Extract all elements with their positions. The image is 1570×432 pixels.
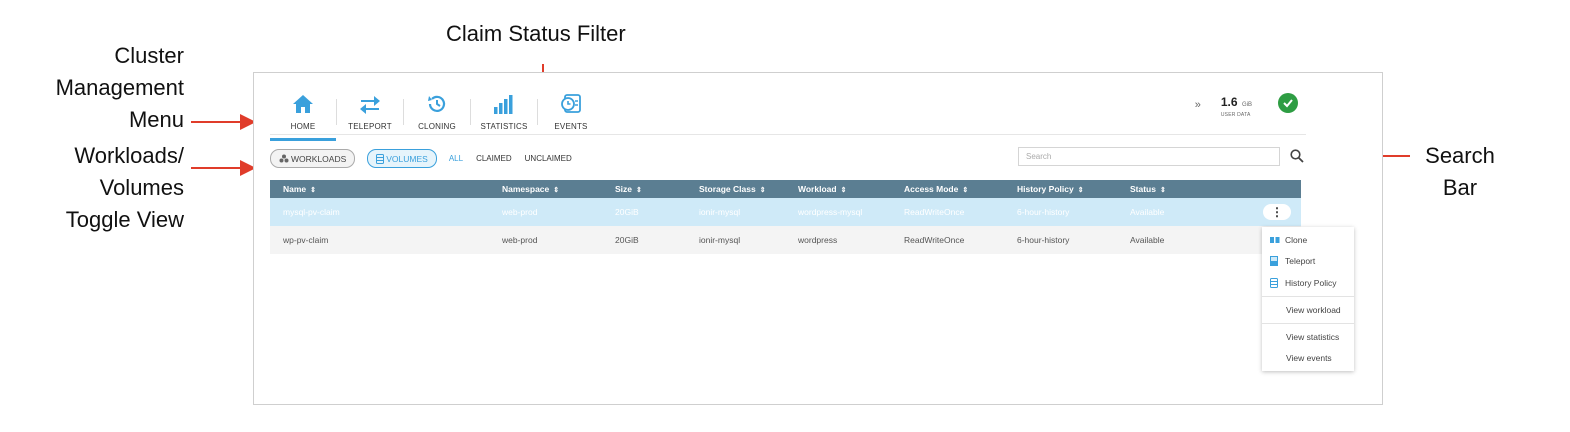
menu-item-history-policy[interactable]: History Policy xyxy=(1270,278,1336,288)
cell-name: wp-pv-claim xyxy=(283,235,329,245)
volumes-toggle-button[interactable]: VOLUMES xyxy=(367,149,437,168)
nav-item-teleport[interactable]: TELEPORT xyxy=(337,87,403,137)
volumes-icon xyxy=(376,153,385,164)
cell-storage-class: ionir-mysql xyxy=(699,207,741,217)
col-name[interactable]: Name ⇕ xyxy=(283,184,316,194)
col-status[interactable]: Status ⇕ xyxy=(1130,184,1166,194)
nav-label: STATISTICS xyxy=(480,122,528,131)
menu-label: History Policy xyxy=(1285,278,1337,288)
nav-item-cloning[interactable]: CLONING xyxy=(404,87,470,137)
col-namespace[interactable]: Namespace ⇕ xyxy=(502,184,559,194)
menu-divider xyxy=(1262,296,1354,297)
menu-label: Clone xyxy=(1285,235,1308,245)
search-input[interactable]: Search xyxy=(1018,147,1280,166)
menu-label: Teleport xyxy=(1285,256,1316,266)
filter-claimed[interactable]: CLAIMED xyxy=(476,154,512,163)
cell-namespace: web-prod xyxy=(502,235,538,245)
volumes-table: Name ⇕ Namespace ⇕ Size ⇕ Storage Class ⇕ Wo… xyxy=(270,180,1301,254)
nav-item-statistics[interactable]: STATISTICS xyxy=(471,87,537,137)
nav-label: HOME xyxy=(290,122,316,131)
col-size[interactable]: Size ⇕ xyxy=(615,184,642,194)
nav-item-events[interactable]: EVENTS xyxy=(538,87,604,137)
table-row[interactable]: mysql-pv-claim web-prod 20GiB ionir-mysq… xyxy=(270,198,1301,226)
usage-unit: GiB xyxy=(1241,102,1252,108)
nav-item-home[interactable]: HOME xyxy=(270,87,336,141)
cluster-management-menu: HOME TELEPORT CLONING STATISTICS EVENTS xyxy=(270,87,604,141)
cell-workload: wordpress xyxy=(798,235,838,245)
nav-label: TELEPORT xyxy=(348,122,392,131)
home-icon xyxy=(292,91,314,117)
usage-value: 1.6 xyxy=(1220,95,1238,109)
nav-label: EVENTS xyxy=(554,122,588,131)
chevron-double-down-icon[interactable]: » xyxy=(1195,99,1201,111)
cloning-clock-icon xyxy=(426,91,448,117)
history-policy-icon xyxy=(1270,278,1280,288)
menu-divider xyxy=(1262,323,1354,324)
col-history-policy[interactable]: History Policy ⇕ xyxy=(1017,184,1084,194)
cell-storage-class: ionir-mysql xyxy=(699,235,741,245)
menu-item-teleport[interactable]: Teleport xyxy=(1270,256,1315,266)
search-icon[interactable] xyxy=(1290,149,1304,168)
volumes-label: VOLUMES xyxy=(386,153,428,164)
col-access-mode[interactable]: Access Mode ⇕ xyxy=(904,184,968,194)
menu-item-view-events[interactable]: View events xyxy=(1286,353,1332,363)
menu-item-view-statistics[interactable]: View statistics xyxy=(1286,332,1339,342)
clone-icon xyxy=(1270,236,1280,244)
cell-size: 20GiB xyxy=(615,207,639,217)
app-window: HOME TELEPORT CLONING STATISTICS EVENTS … xyxy=(253,72,1383,405)
cell-history-policy: 6-hour-history xyxy=(1017,235,1070,245)
row-actions-kebab-icon[interactable]: ⋮ xyxy=(1263,204,1291,220)
nav-divider xyxy=(270,134,1306,135)
cell-status: Available xyxy=(1130,235,1165,245)
usage-caption: USER DATA xyxy=(1220,112,1251,118)
check-circle-icon xyxy=(1278,93,1298,113)
row-actions-menu: Clone Teleport History Policy View workl… xyxy=(1262,227,1354,371)
teleport-arrows-icon xyxy=(359,91,381,117)
events-icon xyxy=(560,91,582,117)
cell-access-mode: ReadWriteOnce xyxy=(904,235,965,245)
filter-unclaimed[interactable]: UNCLAIMED xyxy=(525,154,572,163)
col-storage-class[interactable]: Storage Class ⇕ xyxy=(699,184,766,194)
menu-item-view-workload[interactable]: View workload xyxy=(1286,305,1341,315)
cell-workload: wordpress-mysql xyxy=(798,207,863,217)
nav-label: CLONING xyxy=(418,122,456,131)
menu-item-clone[interactable]: Clone xyxy=(1270,235,1307,245)
table-header: Name ⇕ Namespace ⇕ Size ⇕ Storage Class ⇕ Wo… xyxy=(270,180,1301,198)
teleport-icon xyxy=(1270,256,1280,266)
cell-access-mode: ReadWriteOnce xyxy=(904,207,965,217)
cluster-status: » 1.6 GiB USER DATA xyxy=(1195,93,1298,118)
cell-name: mysql-pv-claim xyxy=(283,207,340,217)
cell-namespace: web-prod xyxy=(502,207,538,217)
user-data-usage: 1.6 GiB USER DATA xyxy=(1221,93,1252,118)
statistics-bars-icon xyxy=(493,91,515,117)
cell-history-policy: 6-hour-history xyxy=(1017,207,1070,217)
filter-bar: WORKLOADS VOLUMES ALL CLAIMED UNCLAIMED xyxy=(270,149,585,168)
workloads-label: WORKLOADS xyxy=(291,153,347,164)
cell-status: Available xyxy=(1130,207,1165,217)
filter-all[interactable]: ALL xyxy=(449,154,463,163)
workloads-toggle-button[interactable]: WORKLOADS xyxy=(270,149,356,168)
col-workload[interactable]: Workload ⇕ xyxy=(798,184,846,194)
workloads-icon xyxy=(279,154,289,163)
cell-size: 20GiB xyxy=(615,235,639,245)
table-row[interactable]: wp-pv-claim web-prod 20GiB ionir-mysql w… xyxy=(270,226,1301,254)
